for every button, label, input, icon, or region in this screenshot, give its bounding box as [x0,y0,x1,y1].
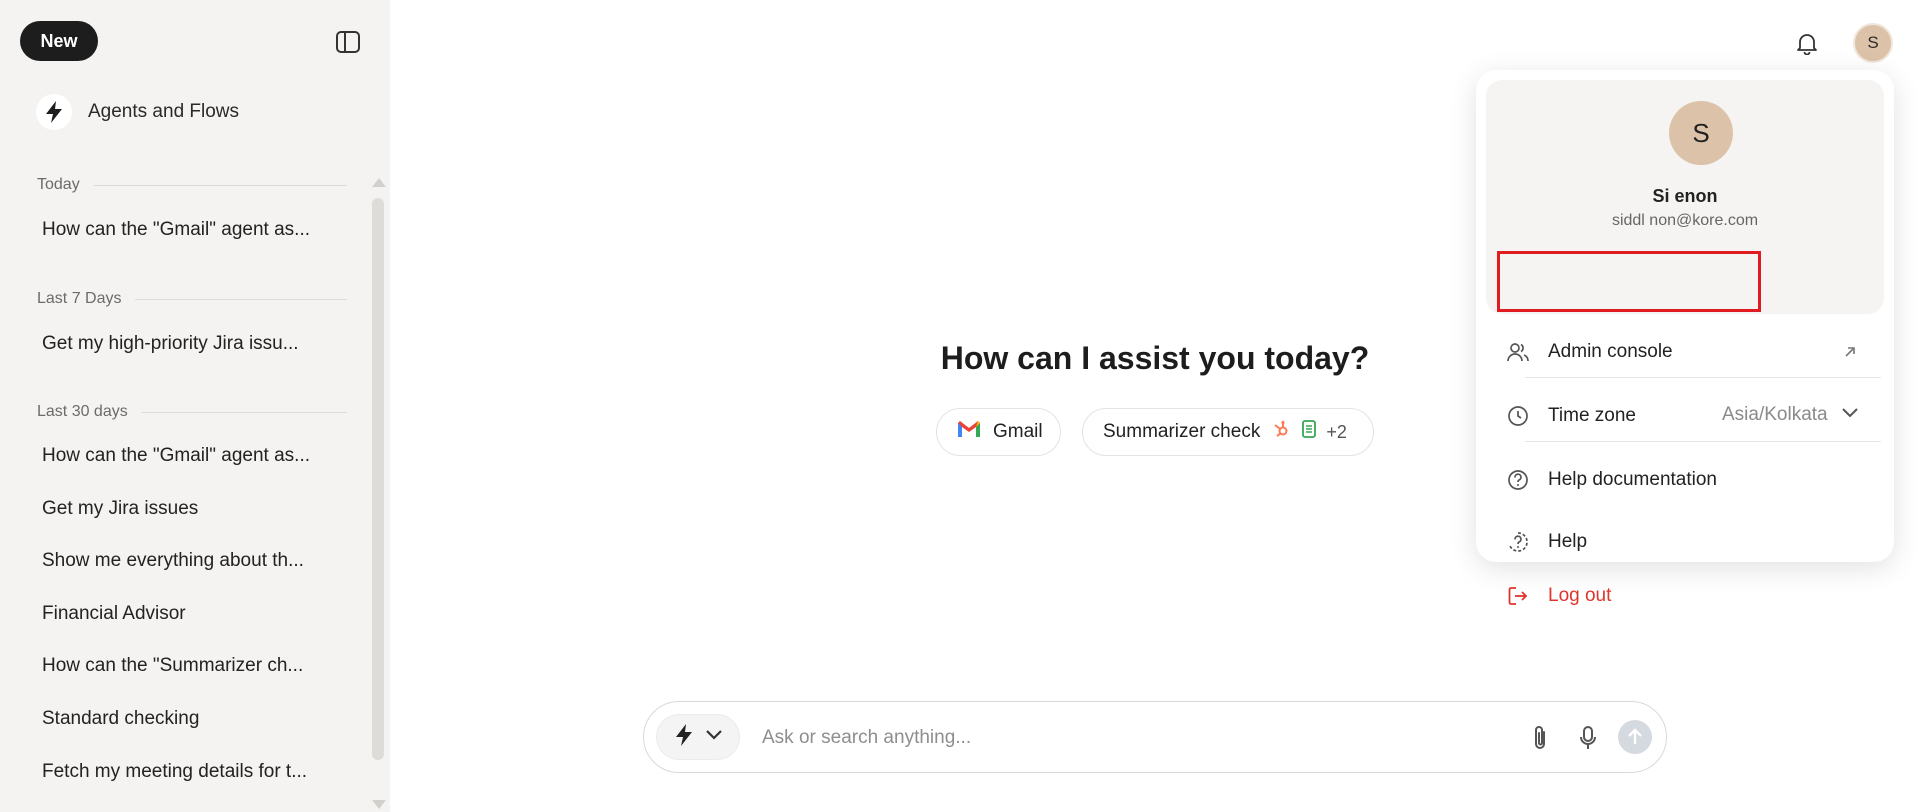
menu-item-label: Log out [1548,585,1612,606]
agent-picker-button[interactable] [656,714,740,760]
app-root: New Agents and Flows Today How can the "… [0,0,1919,812]
help-icon [1506,530,1530,554]
history-item[interactable]: How can the "Gmail" agent as... [42,445,310,467]
history-item[interactable]: Standard checking [42,708,199,730]
bell-icon[interactable] [1792,28,1822,58]
scrollbar-thumb[interactable] [372,198,384,760]
menu-divider [1525,377,1881,378]
annotation-highlight-box [1497,251,1761,312]
agent-chip-gmail[interactable]: Gmail [936,408,1061,456]
users-icon [1506,340,1530,364]
history-item[interactable]: Financial Advisor [42,603,186,625]
admin-console-item[interactable]: Admin console [1506,334,1876,370]
chevron-down-icon [1840,404,1862,426]
lightning-icon [36,94,72,130]
paperclip-icon[interactable] [1524,722,1556,754]
profile-menu: S Si enon siddl non@kore.com Admin conso… [1476,70,1894,606]
new-chat-button[interactable]: New [20,21,98,61]
scroll-up-arrow[interactable] [372,178,386,187]
help-documentation-item[interactable]: Help documentation [1506,462,1876,498]
menu-item-label: Help documentation [1548,469,1717,490]
profile-name: Si enon [1652,186,1718,206]
user-avatar-button[interactable]: S [1853,23,1893,63]
page-headline: How can I assist you today? [940,340,1370,376]
section-label-last-30-days: Last 30 days [37,403,347,421]
agent-chip-summarizer[interactable]: Summarizer check +2 [1082,408,1374,456]
history-item[interactable]: How can the "Summarizer ch... [42,655,303,677]
section-label-today: Today [37,176,347,194]
microphone-icon[interactable] [1572,722,1604,754]
help-item[interactable]: Help [1506,524,1876,560]
menu-item-label: Time zone [1548,405,1636,426]
lightning-icon [673,723,695,752]
send-button[interactable] [1618,720,1652,754]
profile-email: siddl non@kore.com [1611,212,1759,229]
agents-and-flows-link[interactable]: Agents and Flows [36,94,239,130]
avatar: S [1669,101,1733,165]
history-item[interactable]: Fetch my meeting details for t... [42,761,307,783]
document-icon [1302,420,1317,444]
question-circle-icon [1506,468,1530,492]
scroll-down-arrow[interactable] [372,800,386,809]
agents-label: Agents and Flows [88,101,240,122]
more-count: +2 [1326,421,1347,442]
clock-icon [1506,404,1530,428]
menu-divider [1525,441,1881,442]
time-zone-item[interactable]: Time zone Asia/Kolkata [1506,398,1876,434]
logout-icon [1506,584,1530,608]
menu-item-label: Admin console [1548,341,1673,362]
history-item[interactable]: Get my Jira issues [42,498,198,520]
section-label-last-7-days: Last 7 Days [37,290,347,308]
history-item[interactable]: Get my high-priority Jira issu... [42,333,299,355]
hubspot-icon [1272,420,1290,444]
external-link-icon [1840,342,1860,362]
chip-label: Summarizer check [1103,421,1261,442]
time-zone-value: Asia/Kolkata [1722,404,1828,425]
menu-item-label: Help [1548,531,1588,552]
chevron-down-icon [705,728,723,746]
search-input[interactable] [762,720,1502,756]
composer [643,701,1667,773]
history-item[interactable]: Show me everything about th... [42,550,304,572]
history-item[interactable]: How can the "Gmail" agent as... [42,219,310,241]
gmail-icon [957,420,981,444]
sidebar-toggle-icon[interactable] [334,28,362,56]
log-out-item[interactable]: Log out [1506,578,1876,614]
sidebar: New Agents and Flows Today How can the "… [0,0,390,812]
chip-label: Gmail [993,421,1043,442]
